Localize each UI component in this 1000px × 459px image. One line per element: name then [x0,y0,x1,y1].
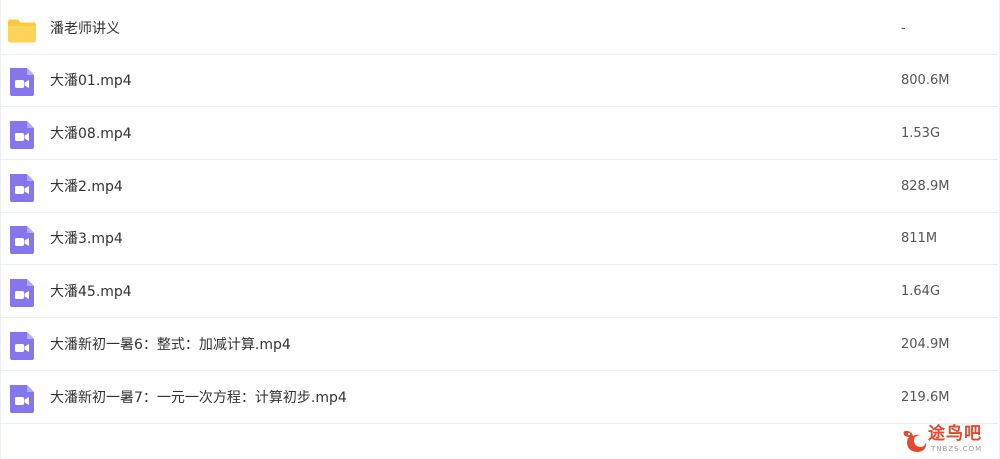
video-file-icon [10,174,34,202]
file-row-video[interactable]: 大潘45.mp4 1.64G [0,266,998,318]
file-row-video[interactable]: 大潘3.mp4 811M [0,213,998,265]
file-size: 811M [901,231,938,246]
file-size: 1.53G [901,126,941,141]
file-size: 219.6M [901,390,950,405]
file-row-video[interactable]: 大潘新初一暑7：一元一次方程：计算初步.mp4 219.6M [0,372,998,424]
file-row-video[interactable]: 大潘01.mp4 800.6M [0,55,998,107]
file-row-video[interactable]: 大潘2.mp4 828.9M [0,161,998,213]
folder-icon [8,19,36,43]
file-row-folder[interactable]: 潘老师讲义 - [0,3,998,55]
video-file-icon [10,121,34,149]
file-size: 204.9M [901,337,950,352]
file-name[interactable]: 大潘新初一暑7：一元一次方程：计算初步.mp4 [50,372,347,424]
file-size: - [901,21,906,36]
video-file-icon [10,332,34,360]
watermark-subtitle: TNBZS.COM [931,445,983,453]
file-name[interactable]: 大潘45.mp4 [50,266,132,318]
file-row-video[interactable]: 大潘新初一暑6：整式：加减计算.mp4 204.9M [0,319,998,371]
file-name[interactable]: 大潘3.mp4 [50,213,123,265]
video-file-icon [10,279,34,307]
video-file-icon [10,68,34,96]
file-name[interactable]: 大潘08.mp4 [50,108,132,160]
file-name[interactable]: 潘老师讲义 [50,3,120,55]
file-row-video[interactable]: 大潘08.mp4 1.53G [0,108,998,160]
watermark: 途鸟吧 TNBZS.COM [900,424,996,456]
file-name[interactable]: 大潘01.mp4 [50,55,132,107]
video-file-icon [10,226,34,254]
bird-logo-icon [903,430,927,452]
file-size: 800.6M [901,73,950,88]
watermark-title: 途鸟吧 [928,424,982,444]
file-name[interactable]: 大潘2.mp4 [50,161,123,213]
file-size: 828.9M [901,179,950,194]
file-name[interactable]: 大潘新初一暑6：整式：加减计算.mp4 [50,319,291,371]
file-list: 潘老师讲义 - 大潘01.mp4 800.6M 大潘08.mp4 1.53G 大… [0,0,1000,459]
file-size: 1.64G [901,284,941,299]
video-file-icon [10,385,34,413]
